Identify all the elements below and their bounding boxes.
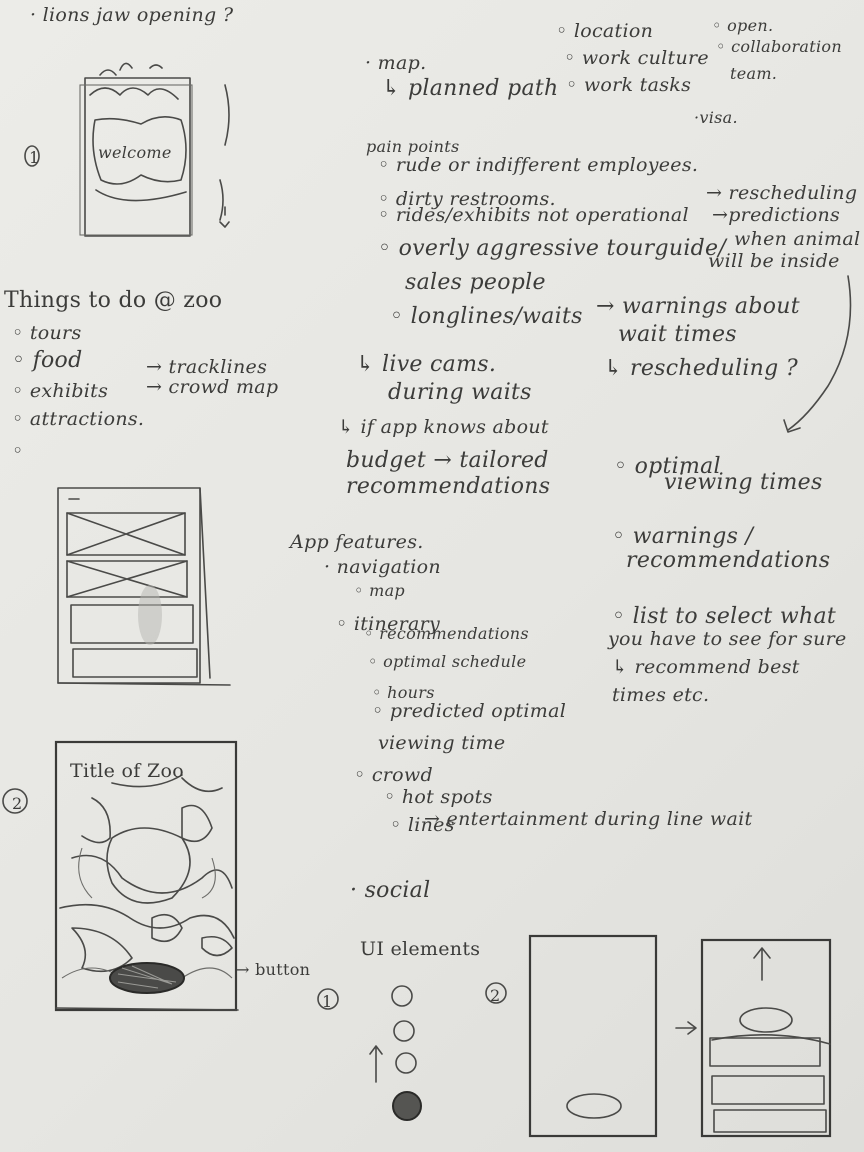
- open-note: ◦ open.: [712, 16, 774, 35]
- pain-point-item: ◦ longlines/waits: [390, 304, 583, 329]
- itinerary-item: ◦ optimal schedule: [368, 652, 527, 671]
- things-item: ◦: [12, 440, 24, 462]
- map-note: · map.: [365, 52, 427, 74]
- sketch-number-2: 2: [2, 788, 28, 814]
- visa-note: ·visa.: [694, 108, 738, 127]
- pain-point-item: ◦ rides/exhibits not operational: [378, 204, 689, 226]
- recommendations-note: recommendations: [626, 548, 831, 573]
- feature-crowd: ◦ crowd: [354, 764, 433, 786]
- location-note: ◦ location: [556, 20, 654, 42]
- budget-note: recommendations: [346, 474, 551, 499]
- feature-entertainment: → entertainment during line wait: [424, 808, 753, 830]
- ui-element-number-2: 2: [485, 982, 507, 1005]
- sketch-number-1: 1: [24, 145, 40, 167]
- live-cams-note: ↳ live cams.: [356, 352, 497, 377]
- viewing-times-note: viewing times: [664, 470, 823, 495]
- list-wireframe-sketch: [57, 487, 231, 686]
- pain-point-item: ◦ rude or indifferent employees.: [378, 154, 699, 176]
- sketch-page: · lions jaw opening ? 1 welcome · map. ↳…: [0, 0, 864, 1152]
- crowd-map-note: → crowd map: [146, 376, 279, 398]
- rescheduling-question-note: ↳ rescheduling ?: [604, 356, 798, 381]
- work-tasks-note: ◦ work tasks: [566, 74, 692, 96]
- feature-hot-spots: ◦ hot spots: [384, 786, 493, 808]
- pain-point-item: ◦ overly aggressive tourguide/: [378, 236, 727, 261]
- work-culture-note: ◦ work culture: [564, 47, 709, 69]
- ui-elements-heading: UI elements: [360, 938, 481, 960]
- collaboration-note: ◦ collaboration: [716, 37, 842, 56]
- list-note: you have to see for sure: [608, 628, 847, 650]
- budget-note: ↳ if app knows about: [338, 416, 549, 438]
- things-item: ◦ attractions.: [12, 408, 145, 430]
- inside-note: will be inside: [708, 250, 840, 272]
- warnings-note: ◦ warnings /: [612, 524, 754, 549]
- feature-social: · social: [350, 878, 431, 903]
- budget-note: budget → tailored: [346, 448, 549, 473]
- team-note: team.: [730, 64, 778, 83]
- things-item: ◦ tours: [12, 322, 82, 344]
- ui-element-number-1: 1: [317, 988, 339, 1011]
- things-to-do-heading: Things to do @ zoo: [4, 288, 223, 313]
- curved-arrow: [783, 275, 852, 433]
- rescheduling-note: → rescheduling: [706, 182, 858, 204]
- feature-map: ◦ map: [354, 581, 405, 600]
- lions-jaw-note: · lions jaw opening ?: [30, 4, 234, 26]
- bottom-sheet-sketch: [528, 934, 832, 1138]
- planned-path-note: ↳ planned path: [382, 76, 559, 101]
- feature-navigation: · navigation: [324, 556, 441, 578]
- predictions-note: →predictions: [712, 204, 841, 226]
- welcome-label: welcome: [98, 143, 172, 162]
- wait-times-note: wait times: [618, 322, 737, 347]
- itinerary-item: viewing time: [378, 732, 506, 754]
- tracklines-note: → tracklines: [146, 356, 268, 378]
- list-note: ↳ recommend best: [612, 656, 800, 678]
- things-item: ◦ exhibits: [12, 380, 109, 402]
- animal-note: when animal: [734, 228, 861, 250]
- zoo-map-title: Title of Zoo: [70, 760, 184, 782]
- during-waits-note: during waits: [388, 380, 532, 405]
- itinerary-item: ◦ predicted optimal: [372, 700, 567, 722]
- button-annotation: → button: [236, 960, 311, 979]
- circle-buttons-sketch: [369, 985, 422, 1121]
- app-features-heading: App features.: [290, 531, 424, 553]
- itinerary-item: ◦ recommendations: [364, 624, 529, 643]
- list-note: ◦ list to select what: [612, 604, 837, 629]
- things-item: ◦ food: [12, 348, 83, 373]
- list-note: times etc.: [612, 684, 710, 706]
- pain-point-item: sales people: [405, 270, 546, 295]
